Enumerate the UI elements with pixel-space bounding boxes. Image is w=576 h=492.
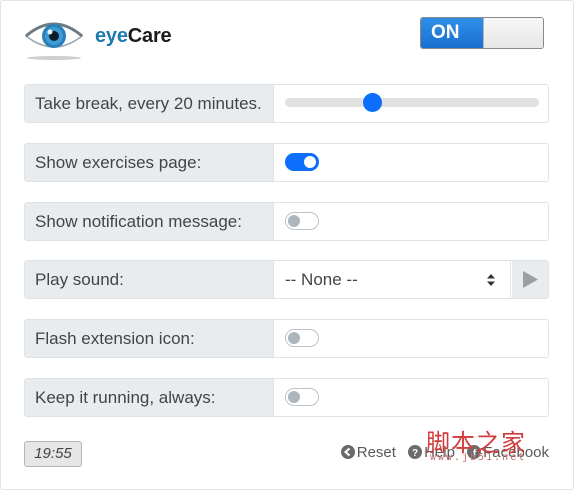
sound-row: Play sound: -- None -- [24,260,549,299]
exercises-toggle[interactable] [285,153,319,171]
play-sound-button[interactable] [512,261,548,298]
reset-link[interactable]: Reset [340,444,396,461]
header: eyeCare ON [24,10,548,62]
notification-toggle[interactable] [285,212,319,230]
sound-select-value: -- None -- [285,270,358,289]
break-interval-label: Take break, every 20 minutes. [25,85,274,122]
select-arrows-icon [487,274,495,286]
app-title-eye: eye [95,25,128,47]
exercises-label: Show exercises page: [25,144,274,181]
question-circle-icon: ? [408,445,423,459]
power-toggle-label: ON [421,18,483,48]
clock-display: 19:55 [24,441,82,467]
flash-icon-row: Flash extension icon: [24,319,549,358]
notification-row: Show notification message: [24,202,549,241]
power-toggle-knob[interactable] [483,18,543,48]
app-title: eyeCare [95,25,172,48]
sound-select[interactable]: -- None -- [275,261,511,298]
play-icon [523,271,538,288]
reset-label: Reset [356,444,396,461]
break-interval-slider-thumb[interactable] [363,93,383,112]
keep-running-label: Keep it running, always: [25,379,274,416]
flash-icon-toggle[interactable] [285,329,319,347]
eye-logo-icon [24,14,84,62]
keep-running-row: Keep it running, always: [24,378,549,417]
app-title-care: Care [127,25,172,47]
power-toggle[interactable]: ON [420,17,544,49]
keep-running-toggle[interactable] [285,388,319,406]
exercises-row: Show exercises page: [24,143,549,182]
notification-label: Show notification message: [25,203,274,240]
break-interval-row: Take break, every 20 minutes. [24,84,549,123]
flash-icon-label: Flash extension icon: [25,320,274,357]
svg-text:?: ? [412,448,418,459]
sound-label: Play sound: [25,261,274,298]
back-arrow-circle-icon [340,445,355,459]
break-interval-slider[interactable] [285,98,539,107]
watermark-url: www.jb51.net [430,452,527,463]
